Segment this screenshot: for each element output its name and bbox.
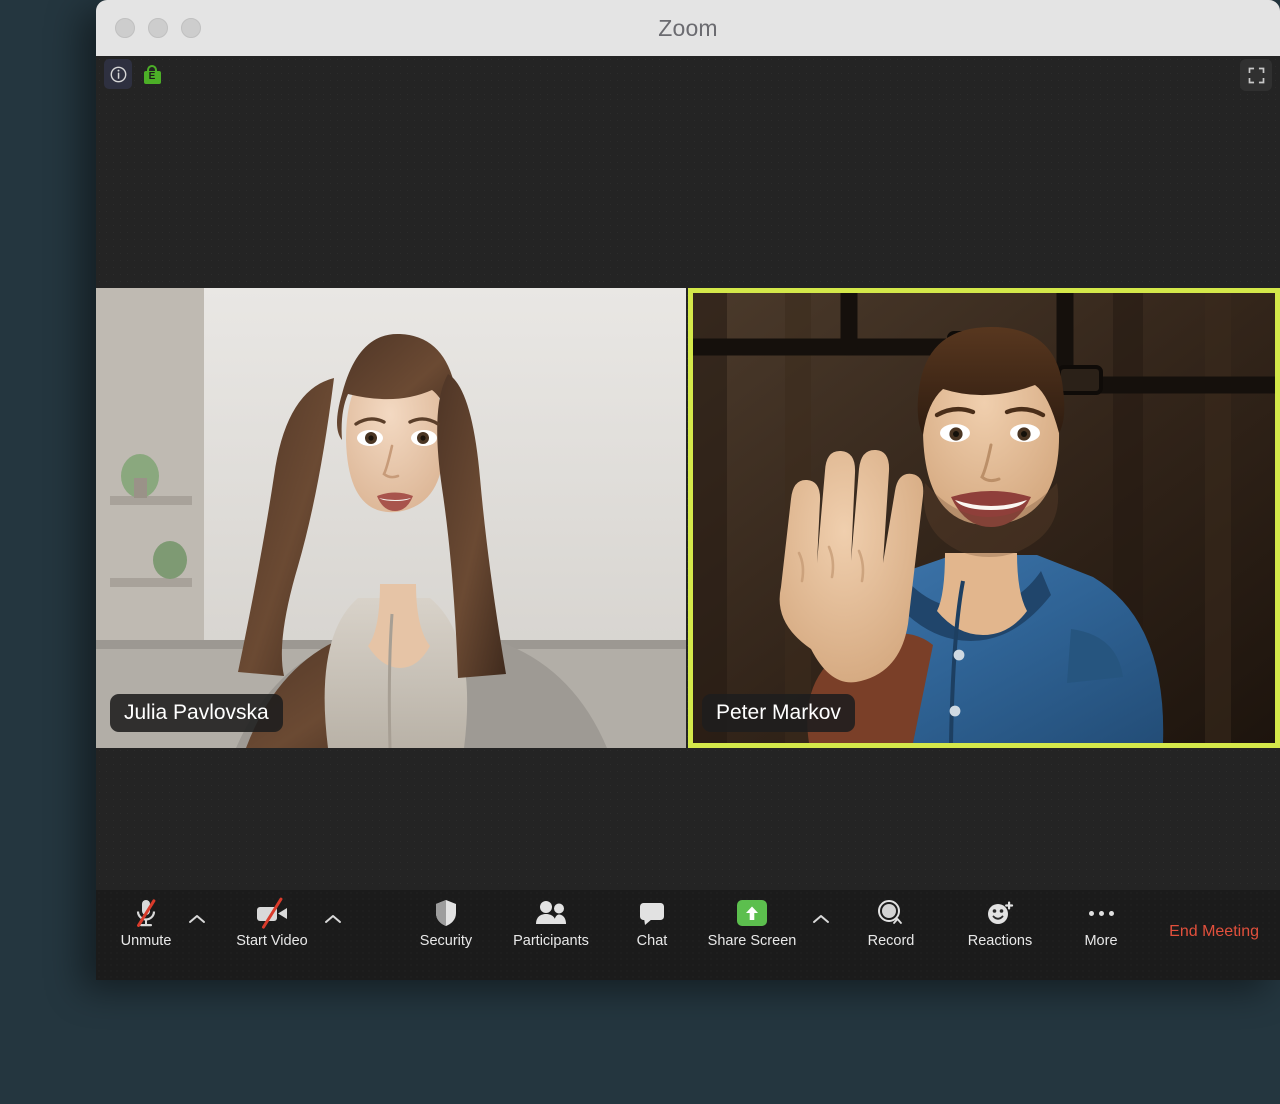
toolbar-button-security[interactable]: Security xyxy=(406,890,486,949)
participant-photo-peter xyxy=(693,293,1275,743)
toolbar-button-share-screen[interactable]: Share Screen xyxy=(698,890,806,949)
participant-video-feed xyxy=(693,293,1275,743)
record-icon xyxy=(875,898,907,928)
toolbar-label: Participants xyxy=(513,933,589,949)
participant-name-label: Peter Markov xyxy=(702,693,855,732)
toolbar-button-record[interactable]: Record xyxy=(854,890,928,949)
close-button[interactable] xyxy=(115,18,135,38)
audio-options-chevron[interactable] xyxy=(182,910,212,932)
participant-video-feed xyxy=(96,288,686,748)
green-lock-icon: E xyxy=(143,64,161,84)
video-off-icon xyxy=(253,897,291,929)
window-title: Zoom xyxy=(658,14,718,41)
minimize-button[interactable] xyxy=(148,18,168,38)
toolbar-label: Record xyxy=(867,933,915,949)
maximize-button[interactable] xyxy=(181,18,201,38)
chevron-up-icon xyxy=(813,915,829,923)
toolbar-button-participants[interactable]: Participants xyxy=(496,890,606,949)
participant-name-label: Julia Pavlovska xyxy=(110,693,283,732)
more-dots-icon xyxy=(1088,898,1114,928)
meeting-toolbar: Unmute Start Video Security Participants… xyxy=(96,890,1280,980)
microphone-muted-icon xyxy=(129,898,163,928)
chevron-up-icon xyxy=(325,915,341,923)
info-icon xyxy=(110,66,126,82)
toolbar-label: Chat xyxy=(636,933,668,949)
toolbar-button-unmute[interactable]: Unmute xyxy=(110,890,182,949)
traffic-lights xyxy=(115,18,201,38)
toolbar-label: Unmute xyxy=(120,933,172,949)
meeting-header-left-group: E xyxy=(104,59,166,89)
meeting-info-button[interactable] xyxy=(104,59,132,89)
window-titlebar: Zoom xyxy=(96,0,1280,56)
encryption-status-button[interactable]: E xyxy=(138,59,166,89)
video-tile-peter-markov[interactable]: Peter Markov xyxy=(688,288,1280,748)
video-canvas: Julia Pavlovska Peter Markov xyxy=(96,96,1280,890)
people-icon xyxy=(535,898,567,928)
share-options-chevron[interactable] xyxy=(806,910,836,932)
zoom-app-window: Zoom E Julia Pavlovska Peter Markov Unmu… xyxy=(96,0,1280,980)
toolbar-button-more[interactable]: More xyxy=(1070,890,1132,949)
toolbar-label: Reactions xyxy=(967,933,1033,949)
end-meeting-button[interactable]: End Meeting xyxy=(1169,923,1259,941)
video-options-chevron[interactable] xyxy=(318,910,348,932)
participant-photo-julia xyxy=(96,288,686,748)
chevron-up-icon xyxy=(189,915,205,923)
fullscreen-icon xyxy=(1248,67,1264,83)
toolbar-button-reactions[interactable]: Reactions xyxy=(954,890,1046,949)
encryption-letter: E xyxy=(148,70,156,82)
reactions-smiley-icon xyxy=(985,898,1015,928)
toolbar-button-chat[interactable]: Chat xyxy=(616,890,688,949)
chat-bubble-icon xyxy=(638,898,666,928)
toolbar-label: Security xyxy=(419,933,473,949)
fullscreen-button[interactable] xyxy=(1240,59,1272,91)
toolbar-label: Start Video xyxy=(236,933,308,949)
meeting-header-bar: E xyxy=(96,56,1280,96)
shield-icon xyxy=(434,898,458,928)
toolbar-label: Share Screen xyxy=(707,933,797,949)
toolbar-label: More xyxy=(1084,933,1118,949)
toolbar-items: Unmute Start Video Security Participants… xyxy=(96,890,1280,956)
toolbar-button-start-video[interactable]: Start Video xyxy=(226,890,318,949)
share-screen-icon xyxy=(737,898,767,928)
video-tile-julia-pavlovska[interactable]: Julia Pavlovska xyxy=(96,288,686,748)
